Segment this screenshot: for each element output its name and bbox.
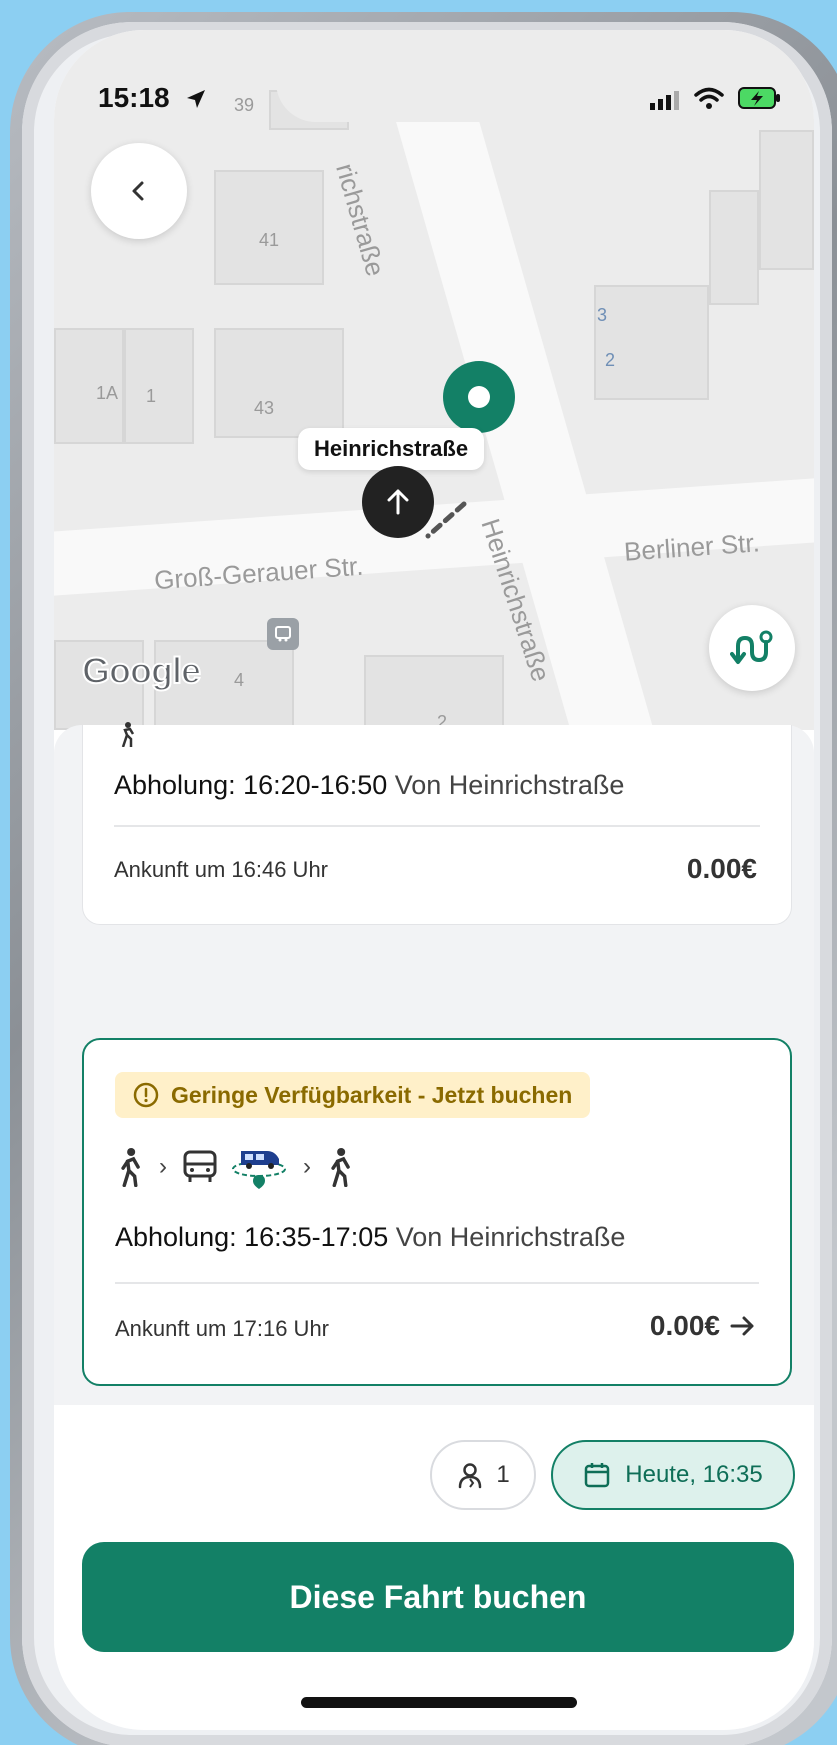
location-arrow-icon[interactable] bbox=[362, 466, 434, 538]
price-value: 0.00€ bbox=[649, 1310, 720, 1341]
house-number: 1 bbox=[146, 386, 157, 406]
chevron-right-icon: › bbox=[303, 1153, 311, 1180]
pickup-time: Abholung: 16:20-16:50 Von Heinrichstraße bbox=[114, 770, 624, 801]
warning-text: Geringe Verfügbarkeit - Jetzt buchen bbox=[171, 1081, 573, 1108]
wifi-icon bbox=[694, 87, 724, 109]
destination-pin[interactable] bbox=[443, 361, 515, 433]
house-number: 3 bbox=[597, 305, 608, 325]
calendar-icon bbox=[585, 1463, 610, 1488]
pickup-time: Abholung: 16:35-17:05 Von Heinrichstraße bbox=[115, 1222, 625, 1253]
walk-icon bbox=[331, 1147, 350, 1187]
divider bbox=[114, 825, 760, 827]
chevron-right-icon: › bbox=[159, 1153, 167, 1180]
screen: 39 41 43 1A 1 3 2 4 2 richstraße Groß-Ge… bbox=[54, 30, 814, 1730]
route-button[interactable] bbox=[709, 605, 795, 691]
bus-icon bbox=[183, 1150, 217, 1182]
building bbox=[124, 328, 194, 444]
trip-price: 0.00€ bbox=[650, 1310, 756, 1342]
building bbox=[759, 130, 814, 270]
location-services-icon bbox=[187, 90, 205, 108]
walk-icon bbox=[121, 1147, 140, 1187]
passenger-count-button[interactable]: 1 bbox=[430, 1440, 536, 1510]
pickup-window: Abholung: 16:20-16:50 bbox=[114, 770, 388, 800]
pickup-window: Abholung: 16:35-17:05 bbox=[115, 1222, 389, 1252]
street-name: richstraße bbox=[330, 160, 391, 280]
house-number: 2 bbox=[605, 350, 616, 370]
passenger-count: 1 bbox=[496, 1461, 510, 1488]
pickup-origin: Von Heinrichstraße bbox=[394, 770, 625, 800]
date-time-button[interactable]: Heute, 16:35 bbox=[551, 1440, 795, 1510]
person-icon bbox=[459, 1463, 482, 1489]
trip-option-card-selected[interactable]: Geringe Verfügbarkeit - Jetzt buchen › ›… bbox=[82, 1038, 792, 1386]
house-number: 1A bbox=[96, 383, 119, 403]
home-indicator[interactable] bbox=[301, 1697, 577, 1708]
house-number: 43 bbox=[254, 398, 275, 418]
trip-icons-row bbox=[114, 721, 140, 747]
book-trip-button[interactable]: Diese Fahrt buchen bbox=[82, 1542, 794, 1652]
arrival-time: Ankunft um 17:16 Uhr bbox=[115, 1316, 330, 1341]
signal-icon bbox=[650, 91, 679, 110]
back-icon bbox=[132, 181, 144, 201]
bus-stop-icon[interactable] bbox=[267, 618, 299, 650]
date-time-label: Heute, 16:35 bbox=[625, 1461, 763, 1488]
trip-option-card[interactable]: Abholung: 16:20-16:50 Von Heinrichstraße… bbox=[82, 722, 792, 925]
trip-icons-row: › › bbox=[115, 1145, 355, 1189]
arrival-time: Ankunft um 16:46 Uhr bbox=[114, 857, 329, 882]
van-icon bbox=[232, 1151, 286, 1189]
pin-dot bbox=[468, 386, 490, 408]
walk-icon bbox=[121, 722, 135, 747]
building bbox=[214, 170, 324, 285]
price-value: 0.00€ bbox=[686, 853, 757, 884]
arrow-right-icon bbox=[730, 1316, 754, 1336]
map-location-label: Heinrichstraße bbox=[298, 428, 485, 470]
booking-footer: 1 Heute, 16:35 Diese Fahrt buchen bbox=[54, 1405, 814, 1730]
house-number: 4 bbox=[234, 670, 245, 690]
battery-charging-icon bbox=[738, 87, 780, 109]
route-icon bbox=[730, 630, 773, 664]
alert-icon bbox=[133, 1082, 159, 1108]
pickup-origin: Von Heinrichstraße bbox=[395, 1222, 626, 1252]
google-logo: Google bbox=[81, 649, 202, 692]
status-time: 15:18 bbox=[98, 82, 170, 113]
back-button[interactable] bbox=[91, 143, 187, 239]
house-number: 41 bbox=[259, 230, 280, 250]
building bbox=[594, 285, 709, 400]
building bbox=[364, 655, 504, 730]
map[interactable]: 39 41 43 1A 1 3 2 4 2 richstraße Groß-Ge… bbox=[54, 30, 814, 730]
building bbox=[214, 328, 344, 438]
building bbox=[709, 190, 759, 305]
divider bbox=[115, 1282, 759, 1284]
status-bar: 15:18 bbox=[54, 30, 814, 113]
trip-price: 0.00€ bbox=[687, 853, 757, 885]
availability-warning-badge: Geringe Verfügbarkeit - Jetzt buchen bbox=[115, 1072, 591, 1118]
